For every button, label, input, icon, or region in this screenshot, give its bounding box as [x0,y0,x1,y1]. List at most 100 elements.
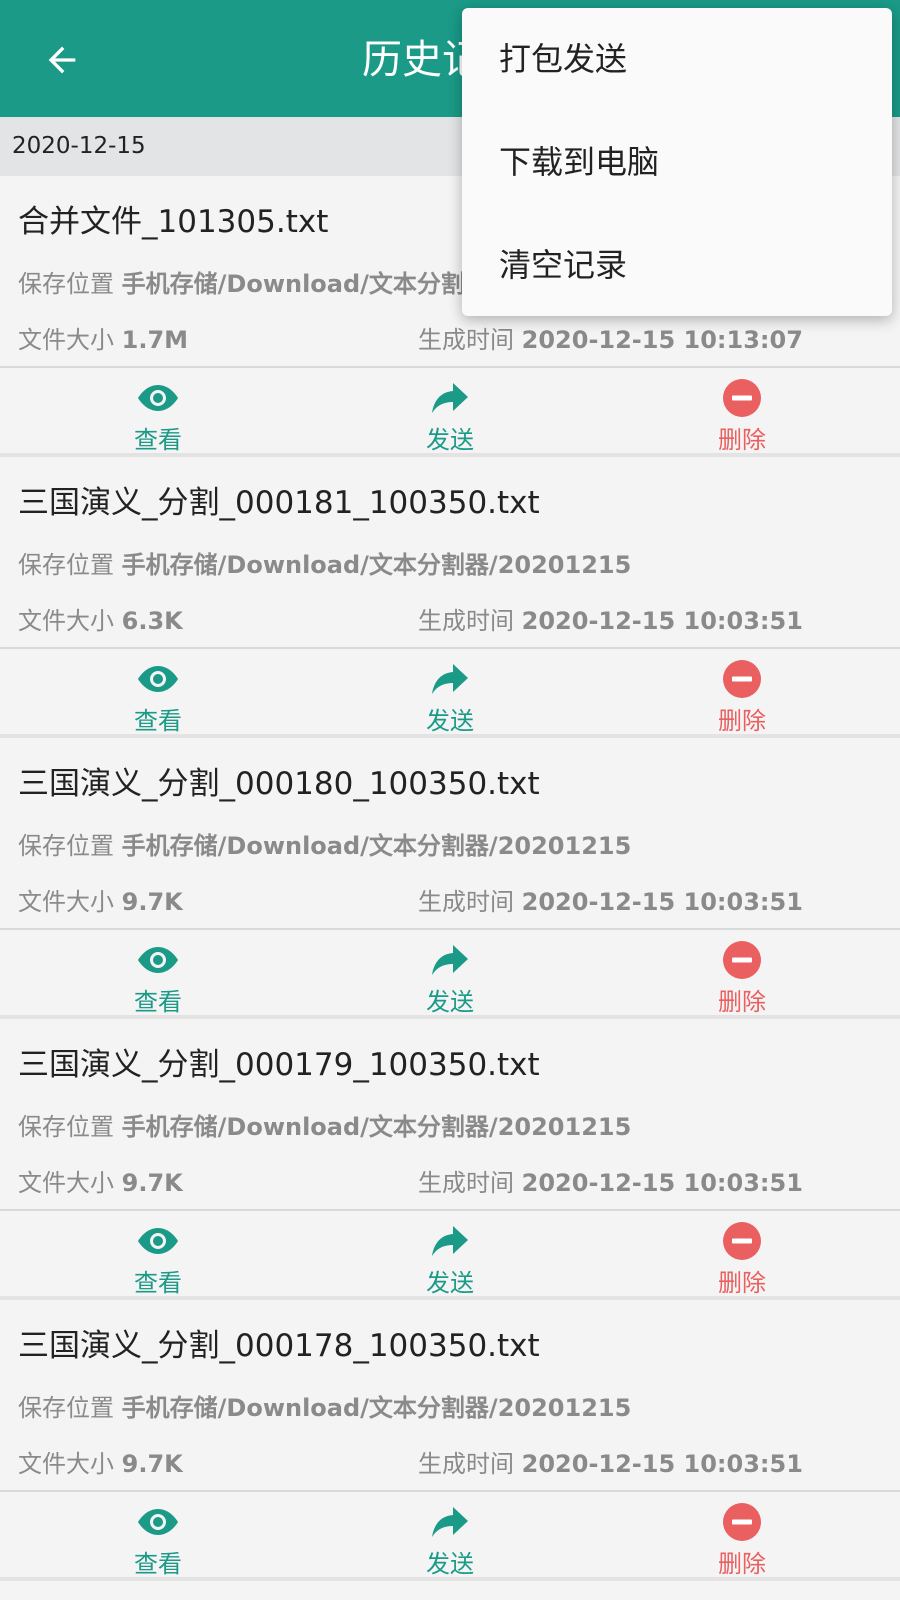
minus-circle-icon [723,660,761,698]
share-arrow-icon [432,1226,468,1256]
send-button[interactable]: 发送 [390,1502,510,1579]
send-button[interactable]: 发送 [390,659,510,736]
location-label: 保存位置 [18,1113,114,1141]
delete-label: 删除 [718,1550,766,1578]
file-name: 合并文件_101305.txt [18,204,329,240]
time-value: 2020-12-15 10:03:51 [521,888,803,916]
action-row: 查看 发送 删除 [0,368,900,455]
file-time: 生成时间 2020-12-15 10:03:51 [418,601,803,636]
delete-label: 删除 [718,707,766,735]
view-button[interactable]: 查看 [98,940,218,1017]
action-row: 查看 发送 删除 [0,1211,900,1298]
time-value: 2020-12-15 10:03:51 [521,1169,803,1197]
view-label: 查看 [134,1269,182,1297]
arrow-left-icon [48,46,76,74]
file-name: 三国演义_分割_000179_100350.txt [18,1047,540,1083]
share-arrow-icon [432,383,468,413]
send-button[interactable]: 发送 [390,940,510,1017]
overflow-menu: 打包发送 下载到电脑 清空记录 [462,8,892,316]
share-arrow-icon [432,1507,468,1537]
size-value: 9.7K [121,1450,183,1478]
file-time: 生成时间 2020-12-15 10:13:07 [418,320,803,355]
file-location: 保存位置 手机存储/Download/文本分割器/20201215 [18,545,631,580]
eye-icon [138,385,178,411]
time-label: 生成时间 [418,326,514,354]
eye-icon [138,1509,178,1535]
minus-circle-icon [723,1503,761,1541]
eye-icon [138,666,178,692]
size-label: 文件大小 [18,1450,114,1478]
send-button[interactable]: 发送 [390,378,510,455]
file-time: 生成时间 2020-12-15 10:03:51 [418,1444,803,1479]
eye-icon [138,947,178,973]
list-item: 三国演义_分割_000179_100350.txt 保存位置 手机存储/Down… [0,1019,900,1300]
file-time: 生成时间 2020-12-15 10:03:51 [418,1163,803,1198]
time-value: 2020-12-15 10:03:51 [521,607,803,635]
delete-button[interactable]: 删除 [682,1502,802,1579]
file-size: 文件大小 9.7K [18,1163,183,1198]
size-value: 1.7M [121,326,189,354]
menu-item-download-to-pc[interactable]: 下载到电脑 [462,111,892,214]
back-button[interactable] [38,36,86,84]
size-value: 9.7K [121,888,183,916]
minus-circle-icon [723,941,761,979]
file-size: 文件大小 9.7K [18,1444,183,1479]
delete-button[interactable]: 删除 [682,1221,802,1298]
location-value: 手机存储/Download/文本分割器/20201215 [121,551,632,579]
file-size: 文件大小 9.7K [18,882,183,917]
location-label: 保存位置 [18,1394,114,1422]
file-location: 保存位置 手机存储/Download/文本分割器/20201215 [18,1107,631,1142]
location-label: 保存位置 [18,270,114,298]
view-button[interactable]: 查看 [98,1502,218,1579]
size-label: 文件大小 [18,326,114,354]
time-label: 生成时间 [418,1169,514,1197]
location-label: 保存位置 [18,551,114,579]
time-label: 生成时间 [418,607,514,635]
view-label: 查看 [134,707,182,735]
send-label: 发送 [426,426,474,454]
delete-label: 删除 [718,988,766,1016]
time-value: 2020-12-15 10:03:51 [521,1450,803,1478]
delete-label: 删除 [718,426,766,454]
action-row: 查看 发送 删除 [0,1492,900,1579]
list-item: 三国演义_分割_000181_100350.txt 保存位置 手机存储/Down… [0,457,900,738]
send-label: 发送 [426,1269,474,1297]
view-label: 查看 [134,988,182,1016]
view-button[interactable]: 查看 [98,1221,218,1298]
send-label: 发送 [426,707,474,735]
file-name: 三国演义_分割_000181_100350.txt [18,485,540,521]
size-label: 文件大小 [18,607,114,635]
delete-button[interactable]: 删除 [682,659,802,736]
size-label: 文件大小 [18,1169,114,1197]
time-value: 2020-12-15 10:13:07 [521,326,803,354]
size-label: 文件大小 [18,888,114,916]
file-location: 保存位置 手机存储/Download/文本分割器/20201215 [18,826,631,861]
share-arrow-icon [432,664,468,694]
list-item: 三国演义_分割_000180_100350.txt 保存位置 手机存储/Down… [0,738,900,1019]
location-value: 手机存储/Download/文本分割器/20201215 [121,1113,632,1141]
size-value: 9.7K [121,1169,183,1197]
menu-item-clear-history[interactable]: 清空记录 [462,214,892,317]
view-label: 查看 [134,1550,182,1578]
menu-item-pack-send[interactable]: 打包发送 [462,8,892,111]
action-row: 查看 发送 删除 [0,649,900,736]
delete-label: 删除 [718,1269,766,1297]
file-location: 保存位置 手机存储/Download/文本分割器/20201215 [18,1388,631,1423]
view-button[interactable]: 查看 [98,659,218,736]
send-button[interactable]: 发送 [390,1221,510,1298]
delete-button[interactable]: 删除 [682,940,802,1017]
size-value: 6.3K [121,607,183,635]
file-size: 文件大小 6.3K [18,601,183,636]
time-label: 生成时间 [418,888,514,916]
send-label: 发送 [426,1550,474,1578]
file-size: 文件大小 1.7M [18,320,188,355]
view-button[interactable]: 查看 [98,378,218,455]
location-value: 手机存储/Download/文本分割器/20201215 [121,1394,632,1422]
file-name: 三国演义_分割_000180_100350.txt [18,766,540,802]
action-row: 查看 发送 删除 [0,930,900,1017]
file-time: 生成时间 2020-12-15 10:03:51 [418,882,803,917]
view-label: 查看 [134,426,182,454]
delete-button[interactable]: 删除 [682,378,802,455]
eye-icon [138,1228,178,1254]
list-item: 三国演义_分割_000178_100350.txt 保存位置 手机存储/Down… [0,1300,900,1581]
